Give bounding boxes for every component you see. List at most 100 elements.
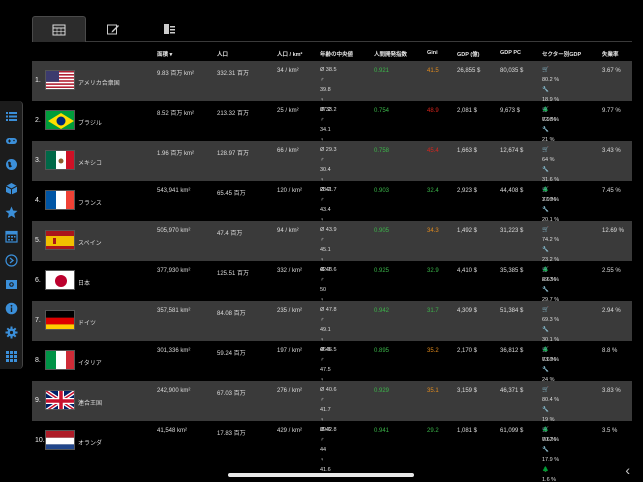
unemployment-value: 8.8 %	[602, 348, 618, 354]
gdp-value: 1,663 $	[457, 148, 478, 154]
density-value: 94 / km²	[277, 228, 299, 234]
table-row[interactable]: 5. スペイン 505,970 km² 47.4 百万 94 / km² Ø 4…	[32, 221, 632, 283]
country-name: イタリア	[78, 361, 102, 367]
male-icon: ♂	[320, 357, 325, 363]
male-icon: ♂	[320, 317, 325, 323]
gdp-pc-value: 9,673 $	[500, 108, 521, 114]
gini-value: 41.5	[427, 68, 439, 74]
table-row[interactable]: 8. イタリア 301,336 km² 59.24 百万 197 / km² Ø…	[32, 341, 632, 403]
sidebar-games[interactable]	[4, 133, 19, 148]
row-rank: 1.	[35, 77, 41, 84]
table-row[interactable]: 2. ブラジル 8.52 百万 km² 213.32 百万 25 / km² Ø…	[32, 101, 632, 163]
header-population[interactable]: 人口	[217, 50, 228, 58]
median-age-male: 30.4	[320, 167, 331, 173]
sidebar-info[interactable]	[4, 301, 19, 316]
table-row[interactable]: 1. アメリカ合衆国 9.83 百万 km² 332.31 百万 34 / km…	[32, 61, 632, 123]
density-value: 235 / km²	[277, 308, 303, 314]
country-flag	[45, 390, 75, 410]
hdi-value: 0.905	[374, 228, 390, 234]
header-gdp[interactable]: GDP (億)	[457, 50, 480, 58]
sidebar-grid[interactable]	[4, 349, 19, 364]
country-flag	[45, 190, 75, 210]
cart-icon: 🛒	[542, 107, 549, 113]
gdp-pc-value: 44,408 $	[500, 188, 524, 194]
cart-icon: 🛒	[542, 347, 549, 353]
gdp-value: 2,081 $	[457, 108, 478, 114]
row-rank: 2.	[35, 117, 41, 124]
header-unemployment[interactable]: 失業率	[602, 50, 619, 58]
tree-icon: 🌲	[542, 467, 549, 473]
population-value: 84.08 百万	[217, 311, 246, 317]
country-flag	[45, 230, 75, 250]
table-row[interactable]: 4. フランス 543,941 km² 65.45 百万 120 / km² Ø…	[32, 181, 632, 243]
hdi-value: 0.903	[374, 188, 390, 194]
gini-value: 32.9	[427, 268, 439, 274]
area-value: 8.52 百万 km²	[157, 111, 195, 117]
sidebar-calendar[interactable]	[4, 229, 19, 244]
sector-services: 73.9 %	[542, 357, 560, 363]
table-row[interactable]: 10. オランダ 41,548 km² 17.83 百万 429 / km² Ø…	[32, 421, 632, 482]
country-name: アメリカ合衆国	[78, 81, 120, 87]
table-row[interactable]: 7. ドイツ 357,581 km² 84.08 百万 235 / km² Ø …	[32, 301, 632, 363]
wrench-icon: 🔧	[542, 207, 549, 213]
header-median-age[interactable]: 年齢の中央値	[320, 50, 353, 58]
tab-table[interactable]	[32, 16, 86, 42]
density-value: 120 / km²	[277, 188, 303, 194]
gdp-pc-value: 31,223 $	[500, 228, 524, 234]
gdp-value: 26,855 $	[457, 68, 481, 74]
cart-icon: 🛒	[542, 67, 549, 73]
cube-icon	[5, 183, 18, 195]
header-density[interactable]: 人口 / km²	[277, 50, 302, 58]
building-list-icon	[164, 24, 175, 34]
gdp-value: 1,492 $	[457, 228, 478, 234]
gdp-value: 1,081 $	[457, 428, 478, 434]
header-sector-gdp[interactable]: セクター別GDP	[542, 50, 581, 58]
wrench-icon: 🔧	[542, 127, 549, 133]
sidebar-photos[interactable]	[4, 277, 19, 292]
population-value: 65.45 百万	[217, 191, 246, 197]
population-value: 125.51 百万	[217, 271, 250, 277]
gdp-pc-value: 36,812 $	[500, 348, 524, 354]
sector-services: 70.2 %	[542, 437, 560, 443]
row-rank: 6.	[35, 277, 41, 284]
sidebar-list[interactable]	[4, 109, 19, 124]
gdp-pc-value: 61,099 $	[500, 428, 524, 434]
table-row[interactable]: 3. メキシコ 1.96 百万 km² 128.97 百万 66 / km² Ø…	[32, 141, 632, 203]
sector-services: 74.2 %	[542, 237, 560, 243]
sidebar-cube[interactable]	[4, 181, 19, 196]
median-age-avg: Ø 29.3	[320, 147, 337, 153]
median-age-avg: Ø 41.7	[320, 187, 337, 193]
grid-icon	[6, 351, 17, 362]
tab-edit[interactable]	[86, 16, 140, 42]
wrench-icon: 🔧	[542, 247, 549, 253]
sector-services: 69.3 %	[542, 277, 560, 283]
sector-services: 69.3 %	[542, 317, 560, 323]
home-indicator	[228, 473, 414, 477]
row-rank: 5.	[35, 237, 41, 244]
sidebar-favorites[interactable]	[4, 205, 19, 220]
header-gdp-pc[interactable]: GDP PC	[500, 50, 521, 56]
gdp-pc-value: 80,035 $	[500, 68, 524, 74]
sidebar-forward[interactable]	[4, 253, 19, 268]
info-icon	[5, 302, 18, 315]
density-value: 429 / km²	[277, 428, 303, 434]
gini-value: 48.9	[427, 108, 439, 114]
back-chevron-icon[interactable]: ‹	[625, 462, 630, 478]
wrench-icon: 🔧	[542, 87, 549, 93]
sidebar-settings[interactable]	[4, 325, 19, 340]
header-hdi[interactable]: 人間開発指数	[374, 50, 407, 58]
hdi-value: 0.925	[374, 268, 390, 274]
tab-buildings[interactable]	[142, 16, 196, 42]
table-row[interactable]: 6. 日本 377,930 km² 125.51 百万 332 / km² Ø …	[32, 261, 632, 323]
header-gini[interactable]: Gini	[427, 50, 438, 56]
median-age-male: 49.1	[320, 327, 331, 333]
table-row[interactable]: 9. 連合王国 242,900 km² 67.03 百万 276 / km² Ø…	[32, 381, 632, 443]
area-value: 9.83 百万 km²	[157, 71, 195, 77]
gdp-pc-value: 35,385 $	[500, 268, 524, 274]
sidebar-globe[interactable]	[4, 157, 19, 172]
hdi-value: 0.921	[374, 68, 390, 74]
median-age-stack: Ø 42.8 ♂ 44 ♀ 41.6	[320, 425, 337, 475]
male-icon: ♂	[320, 157, 325, 163]
header-area[interactable]: 面積 ▾	[157, 50, 172, 58]
wrench-icon: 🔧	[542, 287, 549, 293]
